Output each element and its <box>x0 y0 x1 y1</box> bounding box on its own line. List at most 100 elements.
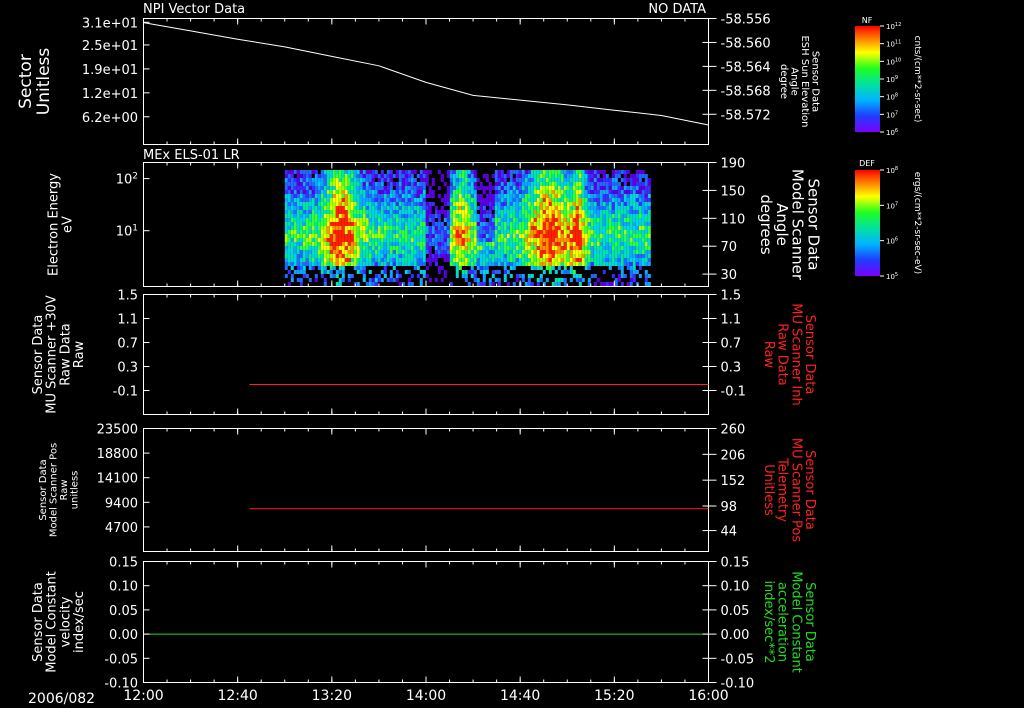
spectrogram-cell <box>578 198 582 202</box>
spectrogram-cell <box>617 254 621 258</box>
spectrogram-cell <box>383 238 387 242</box>
spectrogram-cell <box>491 214 495 218</box>
spectrogram-cell <box>539 262 543 266</box>
spectrogram-cell <box>512 250 516 254</box>
right-axis-title-line: Sensor Data <box>809 51 820 112</box>
spectrogram-cell <box>494 238 498 242</box>
spectrogram-cell <box>599 178 603 182</box>
spectrogram-cell <box>542 218 546 222</box>
spectrogram-cell <box>296 202 300 206</box>
spectrogram-cell <box>314 174 318 178</box>
spectrogram-cell <box>305 238 309 242</box>
spectrogram-cell <box>428 254 432 258</box>
spectrogram-cell <box>635 194 639 198</box>
spectrogram-cell <box>362 170 366 174</box>
spectrogram-cell <box>569 250 573 254</box>
spectrogram-cell <box>431 194 435 198</box>
spectrogram-cell <box>371 202 375 206</box>
spectrogram-cell <box>611 230 615 234</box>
spectrogram-cell <box>635 218 639 222</box>
spectrogram-cell <box>371 170 375 174</box>
spectrogram-cell <box>434 226 438 230</box>
spectrogram-cell <box>380 246 384 250</box>
spectrogram-cell <box>479 230 483 234</box>
spectrogram-cell <box>584 266 588 270</box>
spectrogram-cell <box>536 178 540 182</box>
spectrogram-cell <box>416 258 420 262</box>
spectrogram-cell <box>335 214 339 218</box>
spectrogram-cell <box>293 198 297 202</box>
spectrogram-cell <box>491 242 495 246</box>
spectrogram-cell <box>434 246 438 250</box>
spectrogram-cell <box>287 270 291 274</box>
spectrogram-cell <box>449 282 453 286</box>
spectrogram-cell <box>557 226 561 230</box>
spectrogram-cell <box>602 194 606 198</box>
spectrogram-cell <box>554 234 558 238</box>
panel-frames <box>143 18 709 683</box>
spectrogram-cell <box>473 174 477 178</box>
spectrogram-cell <box>356 282 360 286</box>
spectrogram-cell <box>509 182 513 186</box>
spectrogram-cell <box>437 210 441 214</box>
spectrogram-cell <box>617 218 621 222</box>
spectrogram-cell <box>542 186 546 190</box>
spectrogram-cell <box>407 270 411 274</box>
spectrogram-cell <box>410 218 414 222</box>
spectrogram-cell <box>575 246 579 250</box>
spectrogram-cell <box>374 194 378 198</box>
spectrogram-cell <box>359 262 363 266</box>
spectrogram-cell <box>347 218 351 222</box>
spectrogram-cell <box>596 218 600 222</box>
spectrogram-cell <box>383 234 387 238</box>
spectrogram-cell <box>470 274 474 278</box>
spectrogram-cell <box>401 174 405 178</box>
spectrogram-cell <box>569 234 573 238</box>
spectrogram-cell <box>602 186 606 190</box>
right-tick-label: 206 <box>721 448 746 463</box>
spectrogram-cell <box>419 254 423 258</box>
spectrogram-cell <box>638 202 642 206</box>
spectrogram-cell <box>578 242 582 246</box>
spectrogram-cell <box>440 266 444 270</box>
spectrogram-cell <box>449 246 453 250</box>
spectrogram-cell <box>506 282 510 286</box>
left-tick-label: 18800 <box>97 447 138 462</box>
spectrogram-cell <box>416 202 420 206</box>
spectrogram-cell <box>467 254 471 258</box>
spectrogram-cell <box>317 266 321 270</box>
spectrogram-cell <box>437 270 441 274</box>
spectrogram-cell <box>479 222 483 226</box>
spectrogram-cell <box>482 234 486 238</box>
spectrogram-cell <box>428 226 432 230</box>
spectrogram-cell <box>479 218 483 222</box>
spectrogram-cell <box>551 170 555 174</box>
spectrogram-cell <box>485 226 489 230</box>
spectrogram-cell <box>302 194 306 198</box>
spectrogram-cell <box>422 206 426 210</box>
spectrogram-cell <box>401 178 405 182</box>
spectrogram-cell <box>284 170 288 174</box>
spectrogram-cell <box>395 210 399 214</box>
spectrogram-cell <box>419 210 423 214</box>
spectrogram-cell <box>362 186 366 190</box>
spectrogram-cell <box>434 258 438 262</box>
spectrogram-cell <box>437 234 441 238</box>
spectrogram-cell <box>320 198 324 202</box>
spectrogram-cell <box>545 234 549 238</box>
spectrogram-cell <box>524 234 528 238</box>
spectrogram-cell <box>422 262 426 266</box>
spectrogram-cell <box>497 186 501 190</box>
colorbar-def-gradient <box>855 170 880 276</box>
spectrogram-cell <box>437 254 441 258</box>
spectrogram-cell <box>338 278 342 282</box>
spectrogram-cell <box>344 170 348 174</box>
spectrogram-cell <box>440 242 444 246</box>
spectrogram-cell <box>386 174 390 178</box>
spectrogram-cell <box>359 174 363 178</box>
spectrogram-cell <box>473 262 477 266</box>
spectrogram-cell <box>287 246 291 250</box>
spectrogram-cell <box>485 246 489 250</box>
spectrogram-cell <box>293 238 297 242</box>
spectrogram-cell <box>629 230 633 234</box>
